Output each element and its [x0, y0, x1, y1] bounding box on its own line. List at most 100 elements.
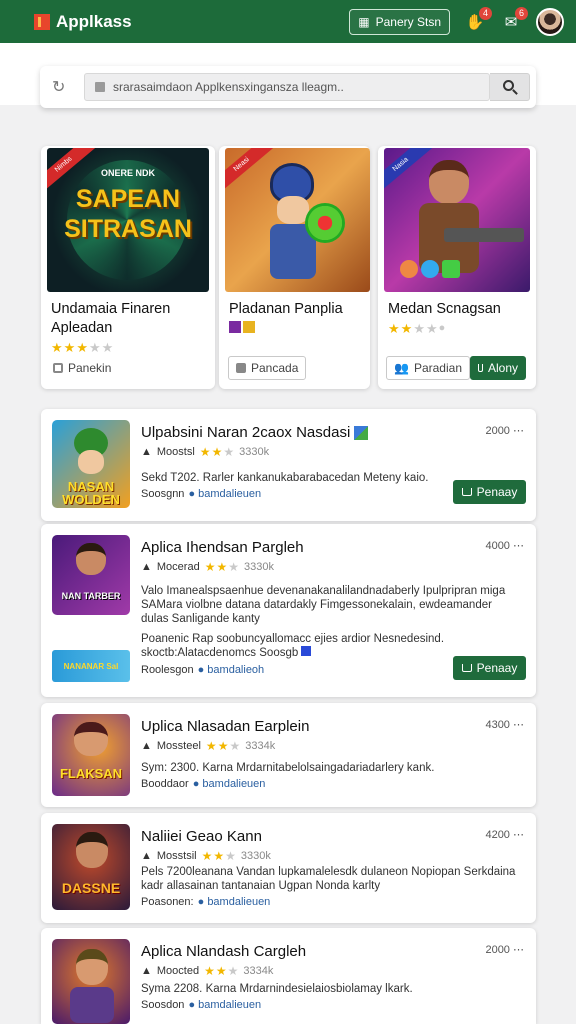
- buy-label: Penaay: [476, 485, 518, 499]
- app-description: Pels 7200leanana Vandan lupkamalelesdk d…: [141, 866, 516, 892]
- count-value: 2000: [485, 425, 510, 437]
- more-icon[interactable]: ⋯: [513, 425, 524, 437]
- featured-primary-label: Alony: [487, 361, 518, 375]
- app-description-2-text: Poanenic Rap soobuncyallomacc ejies ardi…: [141, 633, 445, 659]
- app-link[interactable]: ● bamdalieuen: [188, 999, 261, 1011]
- app-description: Valo Imanealspsaenhue devenanakanaliland…: [141, 585, 506, 625]
- list-item[interactable]: Aplica Nlandash Cargleh ▲ Moocted ★ ★ ★ 33…: [41, 928, 536, 1024]
- featured-action-button[interactable]: Pancada: [228, 356, 307, 380]
- developer-icon: ▲: [141, 965, 152, 977]
- notification-badge: 4: [479, 6, 492, 20]
- featured-image: Neasi: [225, 148, 370, 292]
- app-subline: Roolesgon ● bamdalieoh: [141, 664, 264, 676]
- search-text: srarasaimdaon Applkensxingansza lleagm..: [113, 80, 344, 94]
- cart-icon: [461, 488, 472, 496]
- app-title: Uplica Nlasadan Earplein: [141, 718, 310, 735]
- header-action-button[interactable]: ▦ Panery Stsn: [349, 8, 450, 35]
- app-category: Poasonen:: [141, 896, 194, 908]
- image-title-text: SAPEAN SITRASAN: [64, 185, 192, 243]
- app-category: Soosdon: [141, 999, 185, 1011]
- more-icon[interactable]: ⋯: [513, 944, 524, 956]
- featured-action-label: Pancada: [251, 361, 299, 375]
- reload-icon[interactable]: ↻: [52, 77, 72, 97]
- featured-secondary-button[interactable]: 👥 Paradian: [386, 356, 470, 380]
- list-item[interactable]: NASAN WOLDEN Ulpabsini Naran 2caox Nasda…: [41, 409, 536, 521]
- app-category: Booddaor: [141, 778, 189, 790]
- featured-title: Pladanan Panplia: [229, 300, 343, 333]
- app-description: Syma 2208. Karna Mrdarnindesielaiosbiola…: [141, 983, 413, 995]
- app-link-text: bamdalieuen: [198, 999, 262, 1011]
- character-face: [74, 722, 108, 756]
- app-count: 2000 ⋯: [485, 424, 524, 437]
- featured-title-line1: Undamaia Finaren: [51, 301, 171, 317]
- count-value: 2000: [485, 944, 510, 956]
- star-rating: ★ ★ ★: [204, 560, 239, 574]
- featured-card[interactable]: Nasia Medan Scnagsan ★ ★ ★ ★ ● 👥 Paradian Al…: [378, 146, 536, 389]
- app-description: Sym: 2300. Karna Mrdarnitabelolsaingadar…: [141, 762, 435, 774]
- target-graphic: [305, 203, 345, 243]
- app-link[interactable]: ● bamdalieuen: [188, 488, 261, 500]
- app-meta: ▲ Mosstsil ★ ★ ★ 3330k: [141, 849, 271, 863]
- ribbon-badge: Neasi: [225, 148, 274, 193]
- count-value: 4200: [485, 829, 510, 841]
- search-input[interactable]: srarasaimdaon Applkensxingansza lleagm..: [84, 73, 490, 101]
- featured-action-button[interactable]: Panekin: [51, 356, 119, 380]
- app-icon: FLAKSAN: [52, 714, 130, 796]
- list-item[interactable]: DASSNE Naliiei Geao Kann ▲ Mosstsil ★ ★ ★ …: [41, 813, 536, 923]
- buy-button[interactable]: Penaay: [453, 656, 526, 680]
- app-icon-text: NAN TARBER: [61, 591, 121, 601]
- messages-button[interactable]: ✉ 6: [500, 6, 528, 33]
- download-size: 3330k: [239, 446, 270, 458]
- character-face: [76, 832, 108, 868]
- more-icon[interactable]: ⋯: [513, 540, 524, 552]
- app-title: Naliiei Geao Kann: [141, 828, 262, 845]
- featured-action-label: Panekin: [68, 361, 112, 375]
- weapon-graphic: [444, 228, 524, 242]
- featured-title-line1: Medan Scnagsan: [388, 301, 501, 317]
- ad-banner[interactable]: NANANAR Sal: [52, 650, 130, 682]
- list-item[interactable]: FLAKSAN Uplica Nlasadan Earplein ▲ Mosst…: [41, 703, 536, 807]
- download-size: 3334k: [245, 740, 276, 752]
- list-item[interactable]: NAN TARBER NANANAR Sal Aplica Ihendsan P…: [41, 524, 536, 697]
- star-rating: ★ ★ ★: [199, 445, 235, 459]
- header-action-label: Panery Stsn: [375, 14, 441, 29]
- character-face: [78, 450, 104, 474]
- featured-primary-button[interactable]: Alony: [470, 356, 526, 380]
- more-icon[interactable]: ⋯: [513, 829, 524, 841]
- blue-tag-icon: [301, 646, 312, 656]
- download-size: 3334k: [243, 965, 274, 977]
- featured-card[interactable]: Neasi Pladanan Panplia Pancada: [219, 146, 370, 389]
- star-rating: ★ ★ ★: [205, 739, 241, 753]
- count-value: 4300: [485, 719, 510, 731]
- color-tags: [229, 321, 343, 333]
- notification-button[interactable]: ✋ 4: [464, 6, 492, 33]
- app-description-2: Poanenic Rap soobuncyallomacc ejies ardi…: [141, 632, 491, 660]
- app-link[interactable]: ● bamdalieuen: [193, 778, 266, 790]
- character-body: [70, 987, 114, 1023]
- developer-name: Mosstsil: [156, 850, 197, 862]
- app-count: 4300 ⋯: [485, 718, 524, 731]
- search-icon: [502, 80, 514, 91]
- app-link-text: bamdalieuen: [202, 778, 266, 790]
- developer-name: Moocted: [156, 965, 200, 977]
- search-button[interactable]: [490, 73, 530, 101]
- app-logo-icon: [34, 13, 50, 30]
- featured-card[interactable]: ONERE NDK SAPEAN SITRASAN Nimbs Undamaia…: [41, 146, 215, 389]
- grid-icon: ▦: [358, 14, 370, 29]
- buy-button[interactable]: Penaay: [453, 480, 526, 504]
- image-icon: [236, 363, 246, 373]
- star-rating: ★ ★ ★ ★ ●: [388, 321, 446, 336]
- developer-name: Mossteel: [156, 740, 201, 752]
- cart-icon: [478, 364, 483, 372]
- app-link[interactable]: ● bamdalieoh: [198, 664, 265, 676]
- app-link[interactable]: ● bamdalieuen: [198, 896, 271, 908]
- buy-label: Penaay: [476, 661, 518, 675]
- app-subline: Soosdon ● bamdalieuen: [141, 999, 261, 1011]
- top-bar: Applkass ▦ Panery Stsn ✋ 4 ✉ 6: [0, 0, 576, 43]
- featured-image: ONERE NDK SAPEAN SITRASAN Nimbs: [47, 148, 209, 292]
- messages-badge: 6: [515, 6, 528, 20]
- featured-title: Undamaia Finaren Apleadan ★ ★ ★ ★ ★: [51, 300, 170, 358]
- avatar[interactable]: [536, 7, 564, 36]
- more-icon[interactable]: ⋯: [513, 719, 524, 731]
- app-icon: [52, 939, 130, 1024]
